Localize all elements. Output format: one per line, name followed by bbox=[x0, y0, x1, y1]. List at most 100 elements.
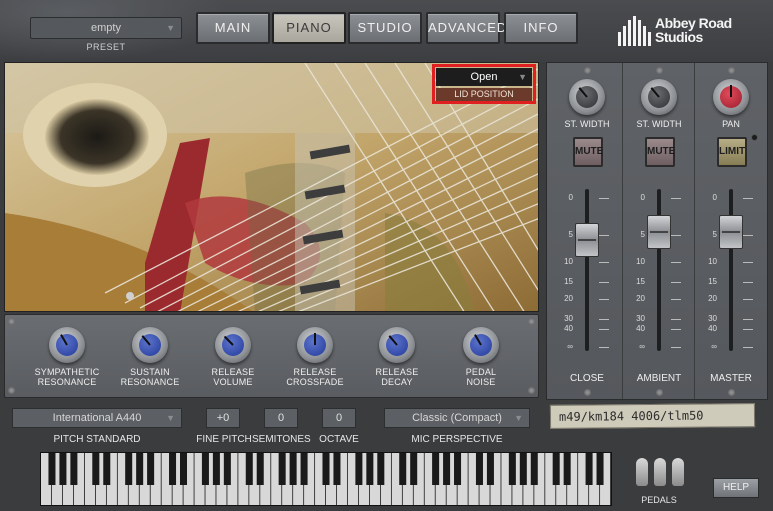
black-key[interactable] bbox=[201, 453, 209, 485]
black-key[interactable] bbox=[519, 453, 527, 485]
black-key[interactable] bbox=[278, 453, 286, 485]
black-key[interactable] bbox=[432, 453, 440, 485]
close-mute-button[interactable]: MUTE bbox=[573, 137, 603, 167]
release-decay-knob[interactable] bbox=[379, 327, 415, 363]
release-decay-control: RELEASE DECAY bbox=[356, 327, 438, 387]
black-key[interactable] bbox=[399, 453, 407, 485]
black-key[interactable] bbox=[256, 453, 264, 485]
piano-keyboard[interactable] bbox=[40, 452, 612, 506]
chevron-down-icon: ▼ bbox=[166, 23, 175, 33]
tab-advanced[interactable]: ADVANCED bbox=[426, 12, 506, 44]
pitch-standard-dropdown[interactable]: International A440 ▼ bbox=[12, 408, 182, 428]
master-fader-track bbox=[729, 189, 733, 351]
black-key[interactable] bbox=[410, 453, 418, 485]
close-knob-label: ST. WIDTH bbox=[564, 119, 610, 129]
pitch-standard-label: PITCH STANDARD bbox=[53, 434, 141, 445]
black-key[interactable] bbox=[475, 453, 483, 485]
lid-position-label: LID POSITION bbox=[436, 88, 532, 101]
fader-scale-label: 20 bbox=[708, 294, 717, 303]
black-key[interactable] bbox=[289, 453, 297, 485]
ambient-stereo-width-knob[interactable] bbox=[641, 79, 677, 115]
pedal-noise-control: PEDAL NOISE bbox=[440, 327, 522, 387]
mic-perspective-dropdown[interactable]: Classic (Compact) ▼ bbox=[384, 408, 530, 428]
fine-pitch-field[interactable]: +0 bbox=[206, 408, 240, 428]
black-key[interactable] bbox=[585, 453, 593, 485]
ambient-channel-strip: ST. WIDTH MUTE AMBIENT 0 5 10 15 20 30 40 ∞ bbox=[623, 63, 695, 399]
black-key[interactable] bbox=[530, 453, 538, 485]
black-key[interactable] bbox=[563, 453, 571, 485]
fine-pitch-label: FINE PITCH bbox=[196, 434, 252, 445]
knob-label-line1: RELEASE bbox=[375, 367, 419, 377]
fader-scale-label: 10 bbox=[564, 257, 573, 266]
release-volume-knob[interactable] bbox=[215, 327, 251, 363]
preset-value: empty bbox=[91, 22, 121, 34]
release-crossfade-knob[interactable] bbox=[297, 327, 333, 363]
mic-perspective-value: Classic (Compact) bbox=[412, 412, 502, 424]
close-fader-track bbox=[585, 189, 589, 351]
close-fader-handle[interactable] bbox=[575, 223, 599, 257]
black-key[interactable] bbox=[333, 453, 341, 485]
master-fader-handle[interactable] bbox=[719, 215, 743, 249]
black-key[interactable] bbox=[70, 453, 78, 485]
black-key[interactable] bbox=[223, 453, 231, 485]
screw-icon bbox=[528, 318, 535, 325]
black-key[interactable] bbox=[103, 453, 111, 485]
knob-label-line1: SUSTAIN bbox=[130, 367, 170, 377]
black-key[interactable] bbox=[245, 453, 253, 485]
ambient-fader-handle[interactable] bbox=[647, 215, 671, 249]
black-key[interactable] bbox=[552, 453, 560, 485]
preset-dropdown[interactable]: empty ▼ bbox=[30, 17, 182, 39]
semitones-field[interactable]: 0 bbox=[264, 408, 298, 428]
black-key[interactable] bbox=[486, 453, 494, 485]
sympathetic-resonance-knob[interactable] bbox=[49, 327, 85, 363]
tab-piano[interactable]: PIANO bbox=[272, 12, 346, 44]
pedals-icon[interactable] bbox=[632, 458, 688, 488]
black-key[interactable] bbox=[366, 453, 374, 485]
master-channel-label: MASTER bbox=[710, 373, 752, 384]
release-crossfade-control: RELEASE CROSSFADE bbox=[274, 327, 356, 387]
fader-scale-label: 20 bbox=[636, 294, 645, 303]
screw-icon bbox=[728, 389, 735, 396]
help-button[interactable]: HELP bbox=[713, 478, 759, 498]
black-key[interactable] bbox=[136, 453, 144, 485]
black-key[interactable] bbox=[596, 453, 604, 485]
sustain-resonance-control: SUSTAIN RESONANCE bbox=[109, 327, 191, 387]
black-key[interactable] bbox=[443, 453, 451, 485]
ambient-mute-button[interactable]: MUTE bbox=[645, 137, 675, 167]
black-key[interactable] bbox=[212, 453, 220, 485]
chevron-down-icon: ▼ bbox=[518, 72, 527, 82]
keyboard-keys[interactable] bbox=[41, 453, 611, 505]
tab-main[interactable]: MAIN bbox=[196, 12, 270, 44]
black-key[interactable] bbox=[179, 453, 188, 485]
master-limit-button[interactable]: LIMIT bbox=[717, 137, 747, 167]
black-key[interactable] bbox=[508, 453, 516, 485]
knob-label-line2: VOLUME bbox=[213, 377, 253, 387]
black-key[interactable] bbox=[454, 453, 462, 485]
tab-info[interactable]: INFO bbox=[504, 12, 578, 44]
black-key[interactable] bbox=[322, 453, 330, 485]
tab-studio[interactable]: STUDIO bbox=[348, 12, 422, 44]
black-key[interactable] bbox=[300, 453, 308, 485]
octave-field[interactable]: 0 bbox=[322, 408, 356, 428]
close-stereo-width-knob[interactable] bbox=[569, 79, 605, 115]
screw-icon bbox=[656, 67, 663, 74]
mic-setup-note: m49/km184 4006/tlm50 bbox=[549, 403, 756, 429]
black-key[interactable] bbox=[48, 453, 56, 485]
master-pan-knob[interactable] bbox=[713, 79, 749, 115]
sustain-resonance-knob[interactable] bbox=[132, 327, 168, 363]
lid-position-dropdown[interactable]: Open ▼ bbox=[436, 68, 532, 86]
black-key[interactable] bbox=[92, 453, 100, 485]
black-keys[interactable] bbox=[48, 453, 604, 485]
fader-scale-label: 30 bbox=[636, 314, 645, 323]
master-channel-strip: PAN LIMIT MASTER 0 5 10 15 20 30 40 ∞ bbox=[695, 63, 767, 399]
black-key[interactable] bbox=[377, 453, 385, 485]
pedal-noise-knob[interactable] bbox=[463, 327, 499, 363]
black-key[interactable] bbox=[169, 453, 177, 485]
black-key[interactable] bbox=[125, 453, 133, 485]
ambient-channel-label: AMBIENT bbox=[636, 373, 682, 384]
mic-perspective-label: MIC PERSPECTIVE bbox=[411, 434, 503, 445]
black-key[interactable] bbox=[147, 453, 155, 485]
logo-bars-icon bbox=[618, 16, 652, 46]
black-key[interactable] bbox=[59, 453, 67, 485]
black-key[interactable] bbox=[355, 453, 363, 485]
